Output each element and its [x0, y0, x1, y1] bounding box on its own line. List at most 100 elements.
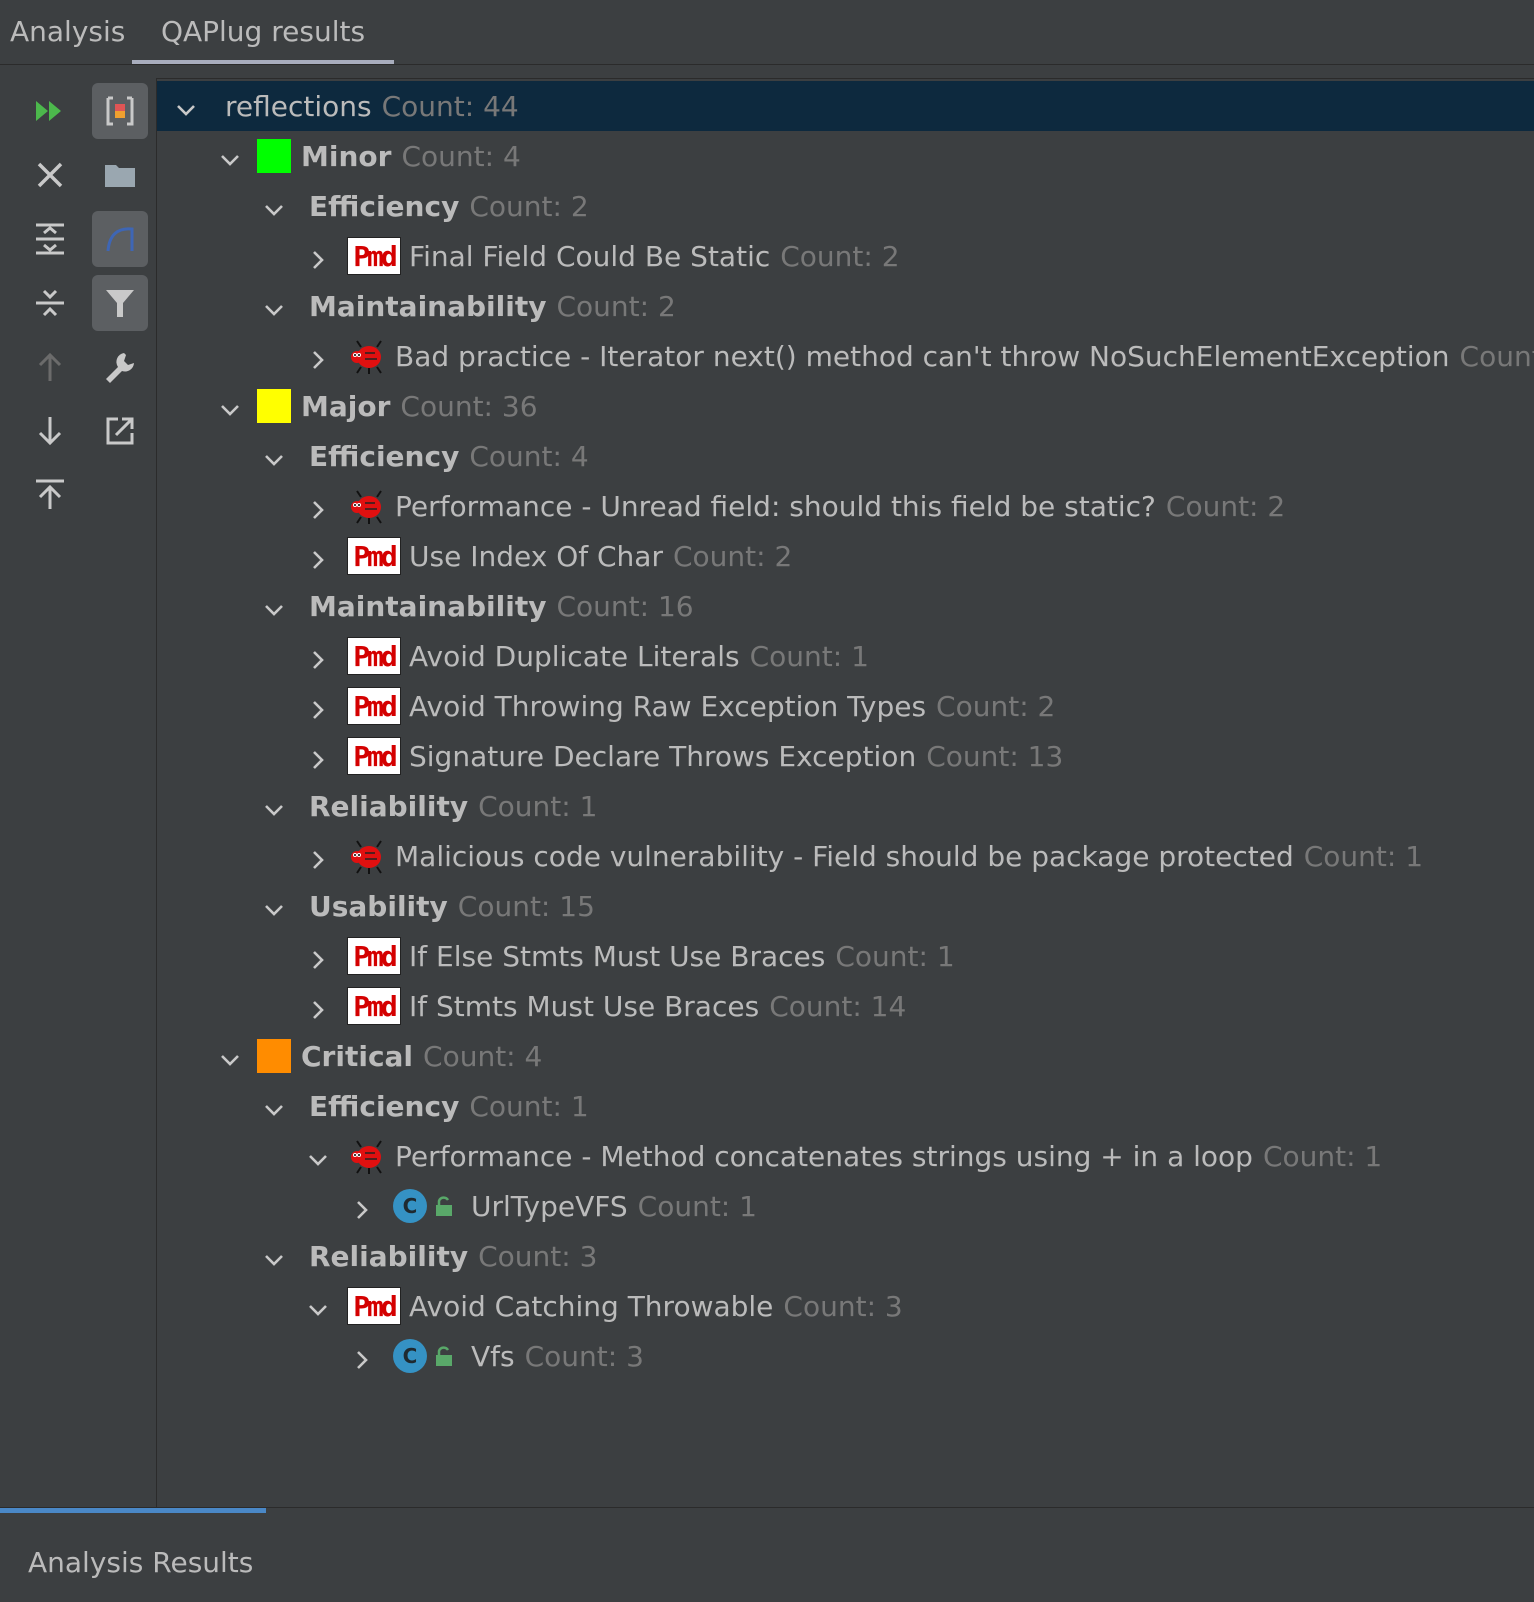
chevron-down-icon	[309, 1155, 327, 1166]
tree-toggle[interactable]	[307, 645, 329, 669]
tree-toggle[interactable]	[219, 145, 241, 167]
tree-toggle[interactable]	[307, 345, 329, 369]
tree-toggle[interactable]	[307, 745, 329, 769]
settings-button[interactable]	[92, 339, 148, 395]
tree-toggle[interactable]	[307, 1145, 329, 1167]
package-lock-icon	[436, 1196, 452, 1216]
close-button[interactable]	[22, 147, 78, 203]
tree-toggle[interactable]	[263, 1245, 285, 1267]
analysis-results-label[interactable]: Analysis Results	[28, 1546, 253, 1579]
tree-row-content: Usability Count: 15	[309, 881, 595, 931]
chevron-down-icon	[177, 105, 195, 116]
active-tab-indicator	[132, 60, 394, 64]
tree-row[interactable]: Pmd Avoid Duplicate Literals Count: 1	[157, 631, 1534, 681]
tree-toggle[interactable]	[263, 895, 285, 917]
collapse-all-button[interactable]	[22, 275, 78, 331]
tree-row[interactable]: Reliability Count: 3	[157, 1231, 1534, 1281]
tree-row[interactable]: Major Count: 36	[157, 381, 1534, 431]
tree-row[interactable]: Critical Count: 4	[157, 1031, 1534, 1081]
tree-toggle[interactable]	[307, 695, 329, 719]
tree-row[interactable]: Pmd If Stmts Must Use Braces Count: 14	[157, 981, 1534, 1031]
expand-all-button[interactable]	[22, 211, 78, 267]
tree-toggle[interactable]	[307, 495, 329, 519]
tree-row-label: Reliability	[309, 789, 469, 823]
tree-row[interactable]: Efficiency Count: 1	[157, 1081, 1534, 1131]
tree-row[interactable]: Malicious code vulnerability - Field sho…	[157, 831, 1534, 881]
tree-row[interactable]: Pmd Avoid Throwing Raw Exception Types Cou…	[157, 681, 1534, 731]
tree-row[interactable]: Efficiency Count: 2	[157, 181, 1534, 231]
previous-button[interactable]	[22, 339, 78, 395]
filter-button[interactable]	[92, 275, 148, 331]
tree-toggle[interactable]	[263, 295, 285, 317]
tree-row[interactable]: Bad practice - Iterator next() method ca…	[157, 331, 1534, 381]
tree-row[interactable]: Usability Count: 15	[157, 881, 1534, 931]
tree-row-label: Major	[301, 389, 391, 423]
tree-row-content: Pmd Avoid Catching Throwable Count: 3	[347, 1281, 903, 1331]
tree-row[interactable]: Performance - Unread field: should this …	[157, 481, 1534, 531]
tree-toggle[interactable]	[307, 945, 329, 969]
tree-row[interactable]: Maintainability Count: 16	[157, 581, 1534, 631]
tab-qaplug-results[interactable]: QAPlug results	[132, 0, 394, 64]
tree-row-count: Count: 3	[524, 1339, 644, 1373]
folder-button[interactable]	[92, 147, 148, 203]
tab-analysis[interactable]: Analysis	[10, 0, 125, 64]
rerun-button[interactable]	[22, 83, 78, 139]
tree-toggle[interactable]	[175, 95, 197, 117]
chevron-down-icon	[221, 405, 239, 416]
pmd-icon: Pmd	[347, 637, 401, 675]
bug-icon	[351, 840, 382, 874]
pmd-icon: Pmd	[347, 937, 401, 975]
next-button[interactable]	[22, 403, 78, 459]
tree-row[interactable]: Pmd Final Field Could Be Static Count: 2	[157, 231, 1534, 281]
tree-row[interactable]: Pmd Avoid Catching Throwable Count: 3	[157, 1281, 1534, 1331]
tree-row-content: Malicious code vulnerability - Field sho…	[347, 831, 1423, 881]
tree-toggle[interactable]	[219, 395, 241, 417]
tree-row[interactable]: reflections Count: 44	[157, 81, 1534, 131]
tree-row[interactable]: Reliability Count: 1	[157, 781, 1534, 831]
tree-toggle[interactable]	[263, 795, 285, 817]
tree-row[interactable]: Maintainability Count: 2	[157, 281, 1534, 331]
tree-row[interactable]: Pmd Signature Declare Throws Exception Cou…	[157, 731, 1534, 781]
tree-toggle[interactable]	[263, 1095, 285, 1117]
tree-row-label: Usability	[309, 889, 448, 923]
tree-row-content: Efficiency Count: 4	[309, 431, 589, 481]
tree-toggle[interactable]	[263, 595, 285, 617]
tree-row-count: Count: 44	[381, 89, 519, 123]
tree-row-count: Count: 2	[556, 289, 676, 323]
tree-row-content: Minor Count: 4	[257, 131, 521, 181]
left-toolbar	[0, 65, 156, 1507]
stop-button[interactable]	[92, 83, 148, 139]
tree-toggle[interactable]	[351, 1195, 373, 1219]
chevron-down-icon	[221, 1055, 239, 1066]
tree-toggle[interactable]	[263, 445, 285, 467]
chevron-right-icon	[313, 751, 324, 769]
tree-toggle[interactable]	[307, 1295, 329, 1317]
tree-toggle[interactable]	[307, 995, 329, 1019]
tree-row[interactable]: C UrlTypeVFS Count: 1	[157, 1181, 1534, 1231]
tree-toggle[interactable]	[219, 1045, 241, 1067]
autoscroll-button[interactable]	[92, 211, 148, 267]
class-icon: C	[393, 1189, 427, 1223]
tree-toggle[interactable]	[307, 545, 329, 569]
tree-toggle[interactable]	[307, 845, 329, 869]
tree-toggle[interactable]	[351, 1345, 373, 1369]
tree-row[interactable]: Pmd Use Index Of Char Count: 2	[157, 531, 1534, 581]
chevron-right-icon	[313, 551, 324, 569]
open-external-button[interactable]	[92, 403, 148, 459]
tree-row-count: Count: 16	[556, 589, 694, 623]
tab-qaplug-results-label: QAPlug results	[160, 15, 366, 48]
tree-row[interactable]: C Vfs Count: 3	[157, 1331, 1534, 1381]
bug-icon	[351, 340, 382, 374]
tree-toggle[interactable]	[263, 195, 285, 217]
tree-toggle[interactable]	[307, 245, 329, 269]
tree-row[interactable]: Pmd If Else Stmts Must Use Braces Count: 1	[157, 931, 1534, 981]
tree-row[interactable]: Efficiency Count: 4	[157, 431, 1534, 481]
tree-row[interactable]: Minor Count: 4	[157, 131, 1534, 181]
export-button[interactable]	[22, 467, 78, 523]
pmd-icon: Pmd	[347, 987, 401, 1025]
tree-row-content: Pmd Signature Declare Throws Exception Cou…	[347, 731, 1063, 781]
tree-row[interactable]: Performance - Method concatenates string…	[157, 1131, 1534, 1181]
bug-icon	[351, 490, 382, 524]
chevron-right-icon	[313, 851, 324, 869]
tree-row-label: Efficiency	[309, 189, 460, 223]
